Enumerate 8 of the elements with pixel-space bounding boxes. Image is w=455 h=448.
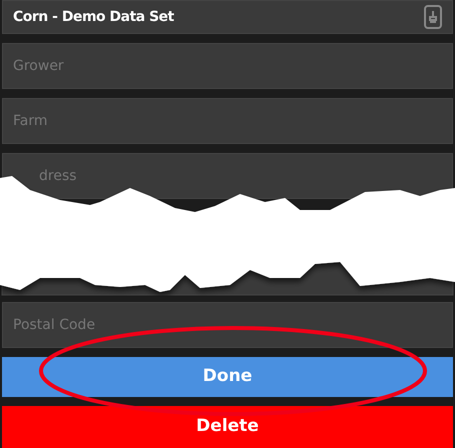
id-card-icon[interactable] [424, 5, 442, 29]
input-field[interactable]: dress [2, 153, 453, 199]
input-field[interactable]: Farm [2, 98, 453, 144]
header-title: Corn - Demo Data Set [13, 8, 174, 26]
input-field[interactable]: Grower [2, 43, 453, 89]
input-field[interactable]: Postal Code [2, 302, 453, 348]
delete-button[interactable]: Delete [2, 406, 453, 448]
done-button[interactable]: Done [2, 357, 453, 397]
